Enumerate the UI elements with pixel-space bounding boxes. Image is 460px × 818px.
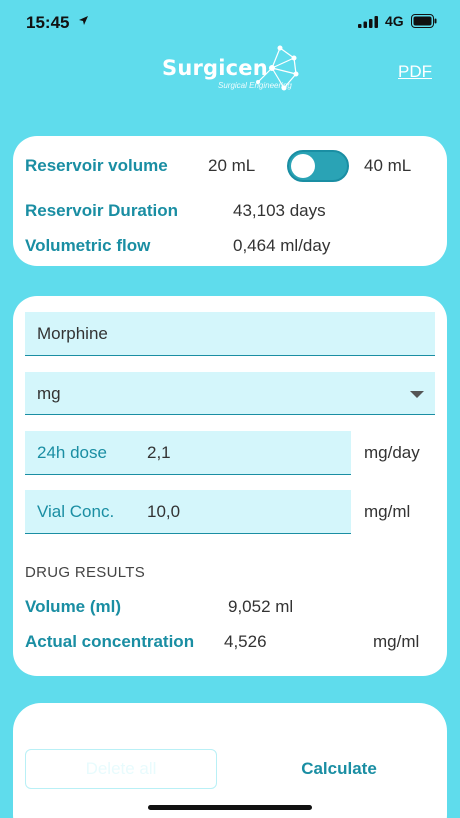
status-time: 15:45 [26,13,70,32]
vial-conc-field[interactable]: Vial Conc. 10,0 [25,490,351,534]
molecule-network-icon [256,45,299,91]
actual-concentration-value: 4,526 [224,632,267,651]
volumetric-flow-label: Volumetric flow [25,236,151,255]
dose-24h-value: 2,1 [147,443,171,462]
vial-unit-label: mg/ml [364,502,411,521]
reservoir-duration-value: 43,103 days [233,201,326,220]
volumetric-flow-value: 0,464 ml/day [233,236,331,255]
pdf-link[interactable]: PDF [398,62,432,82]
dose-unit-label: mg/day [364,443,420,462]
home-indicator [148,805,312,810]
unit-select[interactable]: mg [25,372,435,415]
logo-text: Surgicen [162,56,268,80]
toggle-knob [291,154,315,178]
dropdown-arrow-icon[interactable] [410,391,424,398]
reservoir-volume-toggle[interactable] [287,150,349,182]
location-arrow-icon [79,16,88,25]
dose-24h-field[interactable]: 24h dose 2,1 [25,431,351,475]
vial-conc-label: Vial Conc. [37,502,115,521]
battery-icon [411,14,437,28]
delete-all-button[interactable]: Delete all [25,749,217,789]
vial-conc-value: 10,0 [147,502,181,521]
reservoir-duration-label: Reservoir Duration [25,201,179,220]
volume-ml-value: 9,052 ml [228,597,294,616]
volume-ml-label: Volume (ml) [25,597,122,616]
signal-icon [358,16,378,28]
network-label: 4G [385,13,404,29]
actual-concentration-label: Actual concentration [25,632,195,651]
drug-name-field[interactable]: Morphine [25,312,435,356]
calculate-button[interactable]: Calculate [243,749,435,789]
unit-select-value: mg [37,384,61,403]
drug-name-value: Morphine [37,324,108,343]
drug-results-heading: DRUG RESULTS [25,564,146,581]
brand-logo: Surgicen Surgical Engineering [162,44,302,96]
dose-24h-label: 24h dose [37,443,107,462]
volume-option-40: 40 mL [364,156,412,175]
reservoir-volume-label: Reservoir volume [25,156,168,175]
actual-concentration-unit: mg/ml [373,632,420,651]
status-bar: 15:45 4G [0,0,460,44]
volume-option-20: 20 mL [208,156,256,175]
